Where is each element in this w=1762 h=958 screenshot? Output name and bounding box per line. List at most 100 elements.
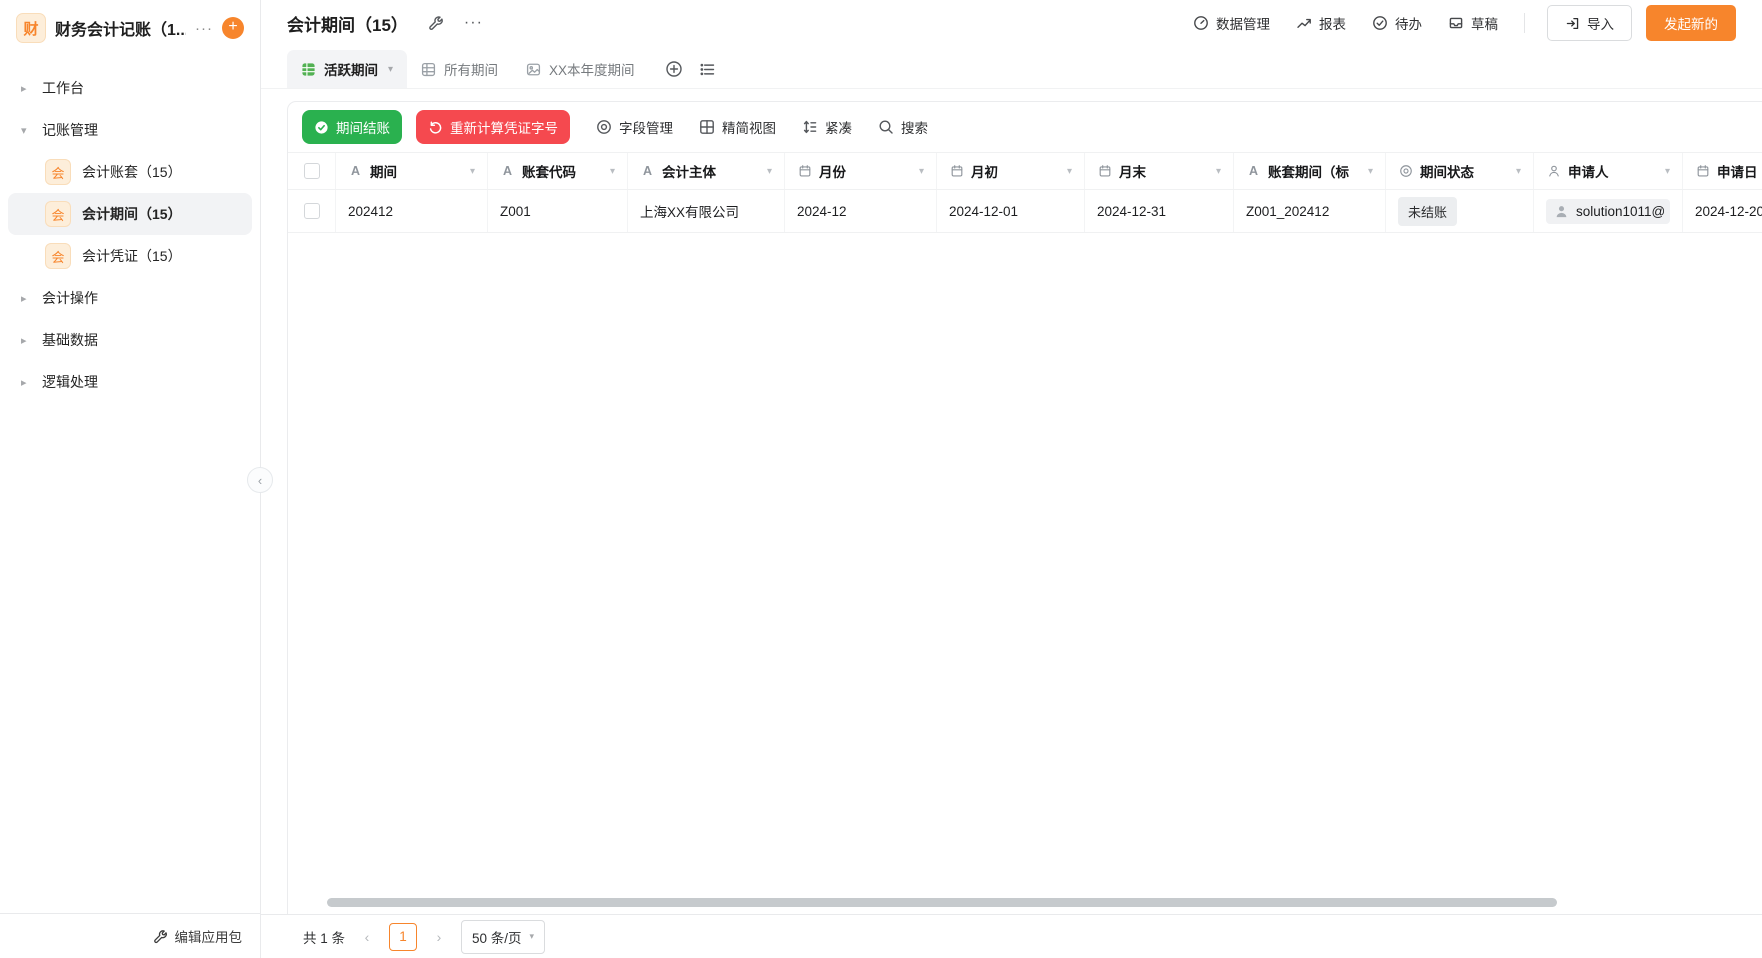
search-button[interactable]: 搜索 bbox=[878, 117, 928, 137]
target-icon bbox=[596, 119, 612, 135]
import-icon bbox=[1565, 16, 1580, 31]
column-header-month[interactable]: 月份 ▾ bbox=[785, 153, 937, 189]
caret-down-icon[interactable]: ▾ bbox=[1067, 166, 1072, 177]
data-management-button[interactable]: 数据管理 bbox=[1193, 13, 1270, 33]
reports-button[interactable]: 报表 bbox=[1296, 13, 1346, 33]
column-header-period-status[interactable]: 期间状态 ▾ bbox=[1386, 153, 1534, 189]
app-more-button[interactable]: ··· bbox=[195, 20, 213, 37]
calendar-icon bbox=[1695, 164, 1710, 178]
calendar-icon bbox=[949, 164, 964, 178]
check-circle-icon bbox=[314, 120, 329, 135]
row-checkbox[interactable] bbox=[304, 203, 320, 219]
caret-right-icon: ▸ bbox=[21, 334, 31, 347]
caret-right-icon: ▸ bbox=[21, 82, 31, 95]
caret-down-icon: ▾ bbox=[21, 124, 31, 137]
current-page[interactable]: 1 bbox=[389, 923, 417, 951]
horizontal-scrollbar-thumb[interactable] bbox=[327, 898, 1557, 907]
caret-down-icon[interactable]: ▾ bbox=[610, 166, 615, 177]
main-area: 会计期间（15） ··· 数据管理 报表 bbox=[261, 0, 1762, 958]
cell-book-code[interactable]: Z001 bbox=[488, 190, 628, 232]
view-list-icon[interactable] bbox=[699, 61, 716, 78]
cell-book-period[interactable]: Z001_202412 bbox=[1234, 190, 1386, 232]
column-header-month-end[interactable]: 月末 ▾ bbox=[1085, 153, 1234, 189]
refresh-icon bbox=[428, 120, 443, 135]
sidebar-item-account-books[interactable]: 会 会计账套（15） bbox=[8, 151, 252, 193]
sidebar-item-workbench[interactable]: ▸ 工作台 bbox=[0, 67, 260, 109]
close-period-button[interactable]: 期间结账 bbox=[302, 110, 402, 144]
drafts-button[interactable]: 草稿 bbox=[1448, 13, 1498, 33]
import-button[interactable]: 导入 bbox=[1547, 5, 1632, 41]
inbox-icon bbox=[1448, 15, 1464, 31]
cell-entity[interactable]: 上海XX有限公司 bbox=[628, 190, 785, 232]
total-count: 共 1 条 bbox=[303, 927, 345, 947]
todo-button[interactable]: 待办 bbox=[1372, 13, 1422, 33]
toolbar: 期间结账 重新计算凭证字号 字段管理 bbox=[288, 102, 1762, 152]
sidebar-collapse-button[interactable]: ‹ bbox=[247, 467, 273, 493]
divider bbox=[1524, 13, 1525, 33]
option-field-icon bbox=[1398, 164, 1413, 178]
search-icon bbox=[878, 119, 894, 135]
sidebar-item-logic[interactable]: ▸ 逻辑处理 bbox=[0, 361, 260, 403]
cell-applicant[interactable]: solution1011@ bbox=[1534, 190, 1683, 232]
cell-period[interactable]: 202412 bbox=[336, 190, 488, 232]
cell-apply-date[interactable]: 2024-12-20 bbox=[1683, 190, 1762, 232]
caret-down-icon[interactable]: ▾ bbox=[470, 166, 475, 177]
page-size-select[interactable]: 50 条/页 ▾ bbox=[461, 920, 545, 954]
column-header-book-code[interactable]: A 账套代码 ▾ bbox=[488, 153, 628, 189]
grid-icon bbox=[699, 119, 715, 135]
cell-month[interactable]: 2024-12 bbox=[785, 190, 937, 232]
sidebar-item-operations[interactable]: ▸ 会计操作 bbox=[0, 277, 260, 319]
text-field-icon: A bbox=[500, 164, 515, 178]
add-item-button[interactable]: + bbox=[222, 17, 244, 39]
caret-down-icon: ▾ bbox=[388, 64, 393, 75]
edit-app-package-button[interactable]: 编辑应用包 bbox=[0, 913, 260, 958]
create-new-button[interactable]: 发起新的 bbox=[1646, 5, 1736, 41]
caret-down-icon[interactable]: ▾ bbox=[1216, 166, 1221, 177]
check-circle-icon bbox=[1372, 15, 1388, 31]
row-select-cell bbox=[288, 190, 336, 232]
select-all-checkbox[interactable] bbox=[304, 163, 320, 179]
text-field-icon: A bbox=[348, 164, 363, 178]
column-header-entity[interactable]: A 会计主体 ▾ bbox=[628, 153, 785, 189]
column-header-applicant[interactable]: 申请人 ▾ bbox=[1534, 153, 1683, 189]
sidebar-item-vouchers[interactable]: 会 会计凭证（15） bbox=[8, 235, 252, 277]
next-page-button[interactable]: › bbox=[430, 929, 448, 945]
caret-down-icon[interactable]: ▾ bbox=[1665, 166, 1670, 177]
column-header-period[interactable]: A 期间 ▾ bbox=[336, 153, 488, 189]
caret-down-icon[interactable]: ▾ bbox=[919, 166, 924, 177]
table-row[interactable]: 202412 Z001 上海XX有限公司 2024-12 2024-12-01 … bbox=[288, 190, 1762, 233]
caret-down-icon[interactable]: ▾ bbox=[767, 166, 772, 177]
wrench-icon[interactable] bbox=[428, 15, 444, 31]
add-view-icon[interactable] bbox=[665, 60, 683, 78]
column-header-month-start[interactable]: 月初 ▾ bbox=[937, 153, 1085, 189]
compact-density-button[interactable]: 紧凑 bbox=[802, 117, 852, 137]
sidebar-item-base-data[interactable]: ▸ 基础数据 bbox=[0, 319, 260, 361]
gallery-view-icon bbox=[526, 62, 541, 77]
caret-right-icon: ▸ bbox=[21, 292, 31, 305]
more-actions-button[interactable]: ··· bbox=[464, 14, 483, 32]
top-bar: 会计期间（15） ··· 数据管理 报表 bbox=[261, 0, 1762, 46]
column-header-apply-date[interactable]: 申请日 bbox=[1683, 153, 1762, 189]
prev-page-button[interactable]: ‹ bbox=[358, 929, 376, 945]
field-management-button[interactable]: 字段管理 bbox=[596, 117, 673, 137]
empty-area bbox=[288, 233, 1762, 898]
column-header-book-period[interactable]: A 账套期间（标 ▾ bbox=[1234, 153, 1386, 189]
cell-month-end[interactable]: 2024-12-31 bbox=[1085, 190, 1234, 232]
simple-view-button[interactable]: 精简视图 bbox=[699, 117, 776, 137]
caret-down-icon[interactable]: ▾ bbox=[1516, 166, 1521, 177]
caret-down-icon[interactable]: ▾ bbox=[1368, 166, 1373, 177]
calendar-icon bbox=[797, 164, 812, 178]
cell-period-status[interactable]: 未结账 bbox=[1386, 190, 1534, 232]
content-area: 期间结账 重新计算凭证字号 字段管理 bbox=[261, 89, 1762, 914]
sidebar-item-accounting-periods[interactable]: 会 会计期间（15） bbox=[8, 193, 252, 235]
cell-month-start[interactable]: 2024-12-01 bbox=[937, 190, 1085, 232]
tab-active-periods[interactable]: 活跃期间 ▾ bbox=[287, 50, 407, 88]
recalculate-voucher-button[interactable]: 重新计算凭证字号 bbox=[416, 110, 570, 144]
row-height-icon bbox=[802, 119, 818, 135]
sidebar-item-bookkeeping[interactable]: ▾ 记账管理 bbox=[0, 109, 260, 151]
app-header: 财 财务会计记账（1... ··· + bbox=[0, 0, 260, 53]
tab-all-periods[interactable]: 所有期间 bbox=[407, 50, 512, 88]
tab-current-year-periods[interactable]: XX本年度期间 bbox=[512, 50, 649, 88]
grid-view-icon bbox=[301, 62, 316, 77]
sidebar-nav: ▸ 工作台 ▾ 记账管理 会 会计账套（15） 会 会计期间（15） 会 会计凭… bbox=[0, 53, 260, 913]
